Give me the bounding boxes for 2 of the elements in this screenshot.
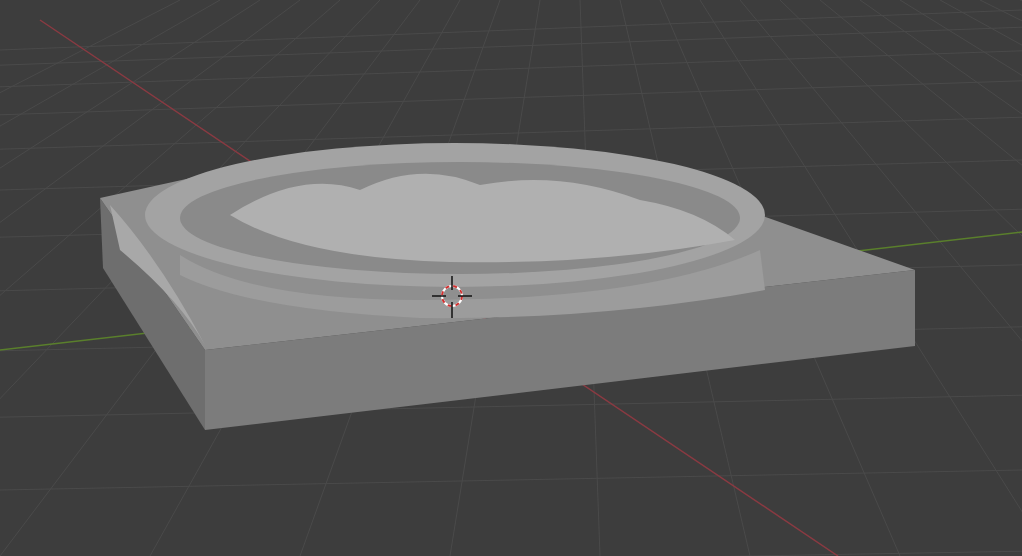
3d-cursor-icon[interactable] xyxy=(431,275,473,319)
3d-viewport[interactable] xyxy=(0,0,1022,556)
